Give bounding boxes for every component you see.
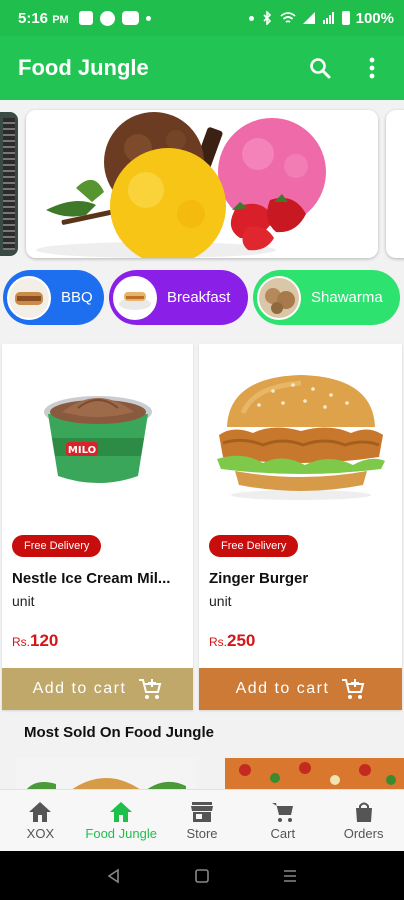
category-list: BBQ Breakfast Shawarma [0, 270, 404, 326]
search-button[interactable] [306, 54, 334, 82]
home-icon [29, 801, 52, 822]
home-square-icon[interactable] [194, 868, 210, 884]
dot-icon [248, 15, 254, 21]
product-price: Rs.120 [12, 631, 59, 650]
most-sold-item[interactable] [225, 758, 404, 790]
svg-text:MILO: MILO [67, 445, 95, 456]
bottom-navigation: XOX Food Jungle Store Cart Orders [0, 789, 404, 851]
add-cart-icon [139, 679, 162, 699]
more-vertical-icon [369, 57, 375, 79]
store-icon [190, 801, 213, 822]
nav-label-food-jungle: Food Jungle [85, 825, 157, 841]
bag-icon [355, 802, 372, 822]
signal-2-icon [322, 12, 334, 24]
nav-label-orders: Orders [343, 825, 384, 841]
ice-cream-cup-image: MILO [43, 396, 152, 483]
banner-slide-ice-cream[interactable] [26, 110, 378, 258]
nav-label-store: Store [186, 825, 218, 841]
product-name: Nestle Ice Cream Mil... [12, 570, 171, 587]
bluetooth-icon [263, 11, 271, 25]
nav-label-cart: Cart [270, 825, 296, 841]
category-breakfast-image [113, 275, 157, 320]
add-cart-icon [342, 679, 365, 699]
status-time: 5:16 PM [18, 9, 69, 27]
notification-icons [78, 10, 151, 26]
wifi-icon [280, 12, 296, 23]
free-delivery-badge: Free Delivery [12, 535, 102, 557]
nav-item-cart[interactable]: Cart [242, 790, 323, 851]
search-icon [310, 58, 331, 79]
battery-level: 100% [355, 9, 394, 27]
more-options-button[interactable] [358, 54, 386, 82]
app-bar: Food Jungle [0, 36, 404, 100]
category-bbq[interactable]: BBQ [3, 270, 104, 325]
status-bar: 5:16 PM 100% [0, 0, 404, 36]
add-to-cart-button[interactable]: Add to cart [2, 668, 193, 710]
most-sold-heading: Most Sold On Food Jungle [24, 724, 214, 741]
product-name: Zinger Burger [209, 570, 309, 587]
add-to-cart-button[interactable]: Add to cart [199, 668, 402, 710]
nav-item-store[interactable]: Store [162, 790, 243, 851]
gallery-notification-icon [78, 11, 93, 25]
product-image [199, 358, 402, 518]
nav-item-xox[interactable]: XOX [0, 790, 81, 851]
system-navigation-bar [0, 851, 404, 900]
most-sold-item[interactable] [16, 758, 196, 790]
nav-item-orders[interactable]: Orders [323, 790, 404, 851]
free-delivery-badge: Free Delivery [209, 535, 299, 557]
product-price: Rs.250 [209, 631, 256, 650]
app-notification-icon [99, 10, 115, 26]
banner-prev-slide[interactable] [0, 112, 18, 256]
app-title: Food Jungle [18, 55, 149, 80]
more-notifications-dot [145, 15, 151, 21]
app-bar-actions [306, 54, 386, 82]
youtube-notification-icon [121, 11, 139, 25]
recents-icon[interactable] [282, 868, 298, 884]
burger-thumbnail-image [16, 758, 196, 790]
home-icon [110, 801, 133, 822]
back-icon[interactable] [106, 868, 122, 884]
system-status: 100% [248, 9, 394, 27]
add-to-cart-label: Add to cart [32, 680, 127, 697]
product-card[interactable]: MILO Free Delivery Nestle Ice Cream Mil.… [2, 344, 193, 710]
signal-icon [302, 12, 315, 24]
product-image: MILO [2, 358, 193, 518]
category-breakfast-label: Breakfast [167, 289, 231, 306]
category-shawarma-image [257, 275, 301, 320]
nav-label-xox: XOX [26, 825, 55, 841]
add-to-cart-label: Add to cart [235, 680, 330, 697]
banner-next-slide[interactable] [386, 110, 404, 258]
cart-icon [271, 802, 293, 822]
screen: 5:16 PM 100% Food Jungle BBQ Breakfast S… [0, 0, 404, 900]
product-unit: unit [12, 593, 35, 609]
pizza-thumbnail-image [225, 758, 404, 790]
category-bbq-image [7, 275, 51, 320]
zinger-burger-image [216, 375, 385, 500]
product-grid: MILO Free Delivery Nestle Ice Cream Mil.… [0, 344, 404, 710]
banner-carousel[interactable] [0, 110, 404, 258]
ice-cream-scoops-image [26, 110, 378, 258]
product-card[interactable]: Free Delivery Zinger Burger unit Rs.250 … [199, 344, 402, 710]
category-bbq-label: BBQ [61, 289, 93, 306]
nav-item-food-jungle[interactable]: Food Jungle [81, 790, 162, 851]
product-unit: unit [209, 593, 232, 609]
category-breakfast[interactable]: Breakfast [109, 270, 248, 325]
battery-icon [341, 11, 350, 25]
category-shawarma[interactable]: Shawarma [253, 270, 400, 325]
category-shawarma-label: Shawarma [311, 289, 383, 306]
